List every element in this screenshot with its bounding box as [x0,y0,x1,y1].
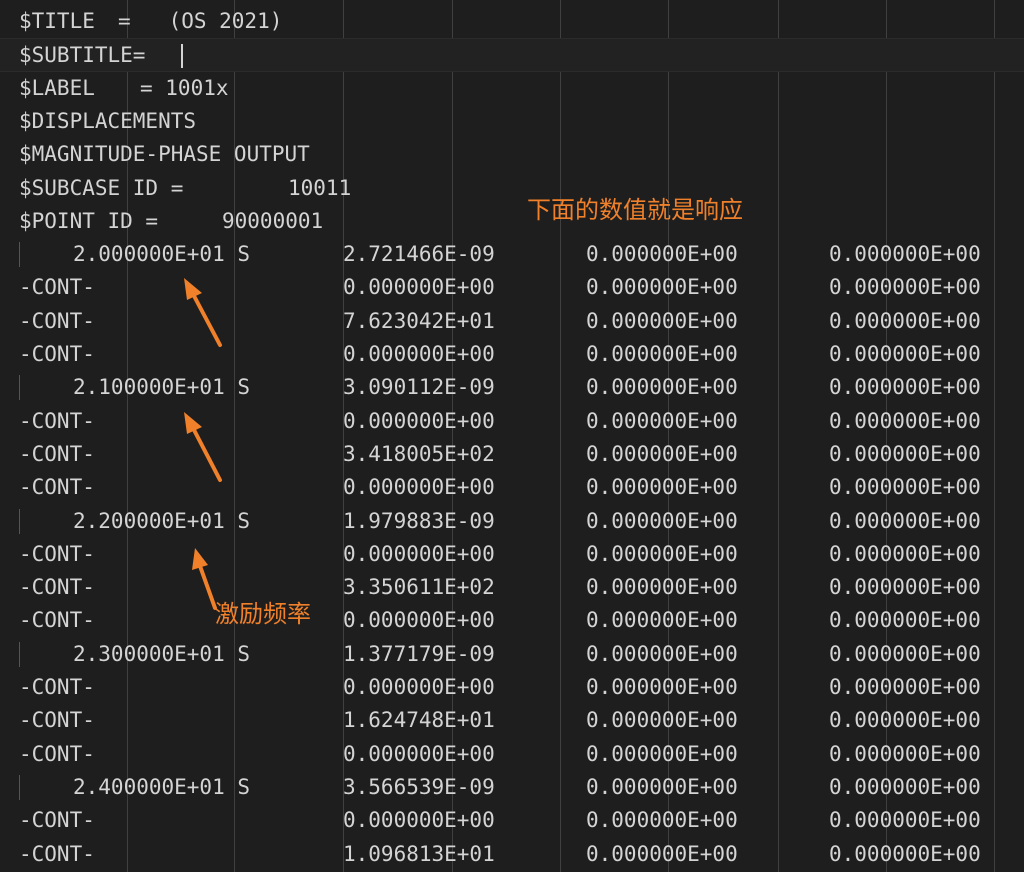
frequency-annotation: 激励频率 [215,600,311,628]
arrow-icon [184,278,222,347]
text-editor[interactable]: $TITLE = (OS 2021) $SUBTITLE= $LABEL = 1001x… [0,0,1024,872]
annotation-arrows [184,278,222,610]
arrow-icon [192,548,217,610]
response-annotation: 下面的数值就是响应 [527,196,743,224]
arrow-icon [184,412,222,482]
